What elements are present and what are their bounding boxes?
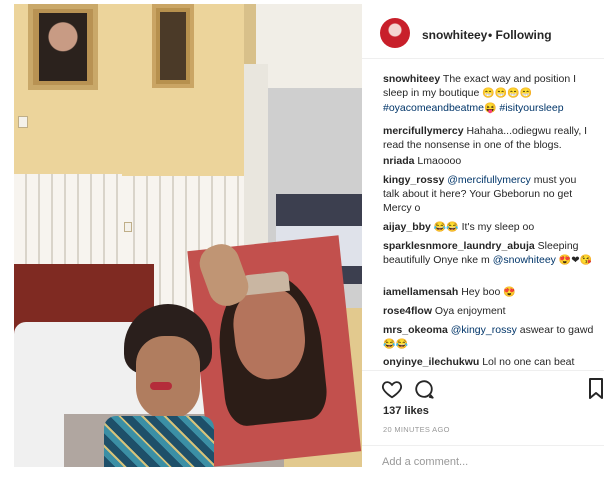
comment-username[interactable]: onyinye_ilechukwu [383,356,479,368]
comment-mention[interactable]: @snowhiteey [493,254,556,266]
caption-hashtag-2[interactable]: #isityoursleep [499,102,563,114]
comments-list[interactable]: snowhiteey The exact way and position I … [362,62,604,368]
person-shirt [104,416,214,467]
comment-mention[interactable]: @mercifullymercy [447,174,531,186]
selfie-person [124,304,212,424]
wall-outlet [124,222,132,232]
list-item: onyinye_ilechukwu Lol no one can beat [383,355,595,368]
comment-text: Hey boo [458,286,504,298]
list-item: kingy_rossy @mercifullymercy must you ta… [383,173,595,215]
post-timestamp: 20 MINUTES AGO [383,425,450,434]
comment-username[interactable]: kingy_rossy [383,174,444,186]
comment-text: aswear to gawd [516,324,594,336]
photo-wainscot [14,174,122,264]
comment-emoji: 😍 [503,287,516,298]
frame-picture [160,12,186,80]
photo-ceiling [256,4,362,88]
person-face [136,336,200,420]
photo-wall-frame-small [152,4,194,88]
heart-icon[interactable] [381,378,403,400]
caption-username[interactable]: snowhiteey [383,73,440,85]
list-item: sparklesnmore_laundry_abuja Sleeping bea… [383,239,595,268]
post-photo[interactable] [14,4,362,467]
post-actions: 137 likes 20 MINUTES AGO [362,370,604,457]
list-item: aijay_bby 😂😂 It's my sleep oo [383,220,595,235]
light-switch [18,116,28,128]
comment-input[interactable] [380,453,594,471]
comment-username[interactable]: nriada [383,155,415,167]
list-item: iamellamensah Hey boo 😍 [383,285,595,300]
person-lips [150,382,172,390]
list-item: rose4flow Oya enjoyment [383,304,595,318]
following-status[interactable]: • Following [488,28,552,42]
caption: snowhiteey The exact way and position I … [383,72,595,116]
frame-portrait [39,13,87,81]
comment-text: Oya enjoyment [432,305,506,317]
comment-icon[interactable] [413,378,435,400]
photo-wall-frame [28,4,98,90]
comment-username[interactable]: rose4flow [383,305,432,317]
header-username[interactable]: snowhiteey [422,28,487,42]
comment-emoji: 😂😂 [383,339,408,350]
comment-text: Lol no one can beat [479,356,575,368]
comment-username[interactable]: iamellamensah [383,286,458,298]
caption-emojis: 😁😁😁😁 [482,88,533,99]
post-header: snowhiteey • Following [362,4,604,59]
comment-mention[interactable]: @kingy_rossy [451,324,517,336]
like-count[interactable]: 137 likes [383,405,429,417]
list-item: nriada Lmaoooo [383,154,595,168]
caption-emoji: 😝 [484,103,497,114]
list-item: mrs_okeoma @kingy_rossy aswear to gawd 😂… [383,323,595,352]
bookmark-icon[interactable] [588,378,604,400]
comment-username[interactable]: mrs_okeoma [383,324,448,336]
comment-username[interactable]: aijay_bby [383,221,431,233]
comment-text: It's my sleep oo [458,221,535,233]
comment-emoji: 😂😂 [433,222,459,233]
comment-text: Lmaoooo [414,155,462,167]
comment-username[interactable]: sparklesnmore_laundry_abuja [383,240,535,252]
caption-hashtag[interactable]: #oyacomeandbeatme [383,102,484,114]
comment-username[interactable]: mercifullymercy [383,125,464,137]
comment-emoji: 😍❤😘 [558,255,593,266]
instagram-post: snowhiteey • Following snowhiteey The ex… [0,0,604,485]
avatar[interactable] [380,18,410,48]
list-item: mercifullymercy Hahaha...odiegwu really,… [383,124,595,152]
add-comment-bar [362,445,604,476]
